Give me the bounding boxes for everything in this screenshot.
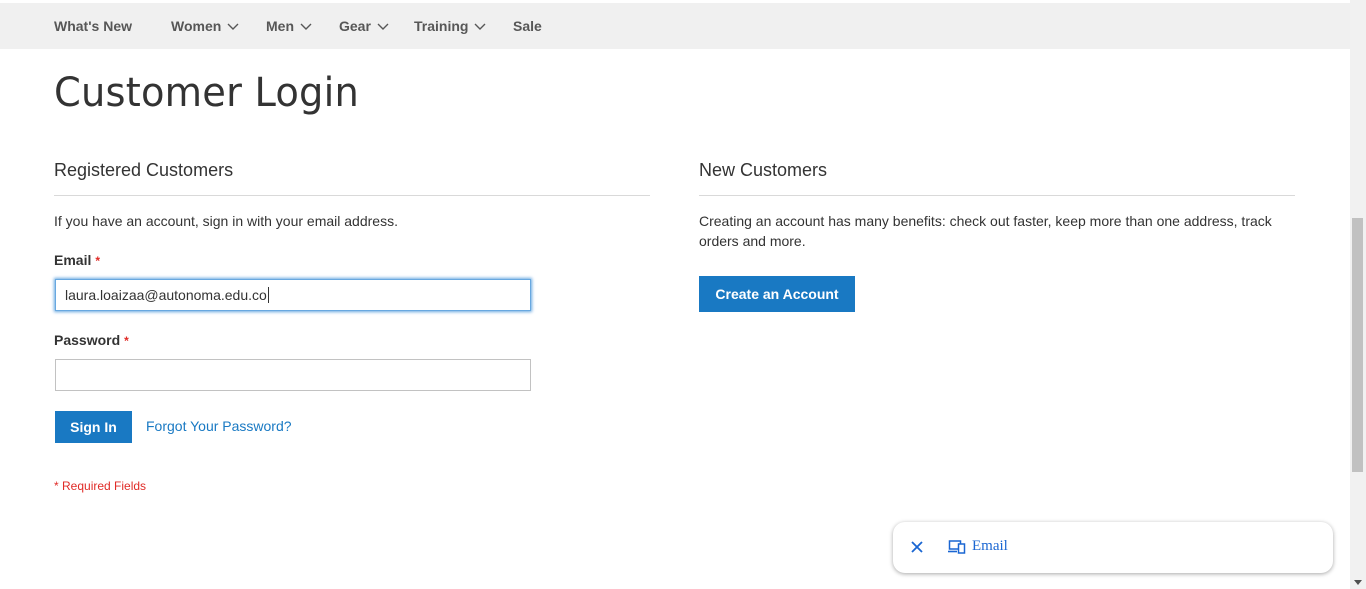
autofill-suggestion-email[interactable]: Email bbox=[972, 538, 1008, 555]
nav-item-training[interactable]: Training bbox=[414, 3, 486, 49]
nav-item-gear[interactable]: Gear bbox=[339, 3, 389, 49]
sign-in-intro: If you have an account, sign in with you… bbox=[54, 213, 398, 229]
chevron-down-icon bbox=[227, 20, 239, 32]
email-label-text: Email bbox=[54, 252, 92, 268]
create-account-button-label: Create an Account bbox=[715, 286, 839, 302]
page-title: Customer Login bbox=[54, 70, 360, 116]
nav-item-sale[interactable]: Sale bbox=[513, 3, 542, 49]
sign-in-button[interactable]: Sign In bbox=[55, 411, 132, 443]
close-icon[interactable] bbox=[909, 539, 925, 555]
password-field[interactable] bbox=[55, 359, 531, 391]
divider bbox=[699, 195, 1295, 196]
text-caret bbox=[267, 287, 269, 303]
nav-item-label: Women bbox=[171, 18, 222, 34]
page-scrollbar[interactable] bbox=[1350, 0, 1366, 589]
email-field-value: laura.loaizaa@autonoma.edu.co bbox=[65, 287, 267, 303]
chevron-down-icon bbox=[474, 20, 486, 32]
nav-item-men[interactable]: Men bbox=[266, 3, 312, 49]
required-fields-note: * Required Fields bbox=[54, 479, 147, 493]
required-star: * bbox=[124, 334, 129, 348]
nav-item-label: Gear bbox=[339, 18, 371, 34]
password-label-text: Password bbox=[54, 332, 121, 348]
scrollbar-thumb[interactable] bbox=[1352, 218, 1363, 472]
email-field[interactable]: laura.loaizaa@autonoma.edu.co bbox=[55, 279, 531, 311]
nav-item-label: What's New bbox=[54, 18, 133, 34]
nav-item-label: Sale bbox=[513, 18, 542, 34]
password-label: Password * bbox=[54, 332, 129, 348]
nav-item-label: Training bbox=[414, 18, 469, 34]
registered-customers-title: Registered Customers bbox=[54, 160, 234, 180]
create-account-button[interactable]: Create an Account bbox=[699, 276, 855, 312]
nav-item-label: Men bbox=[266, 18, 294, 34]
nav-item-women[interactable]: Women bbox=[171, 3, 239, 49]
chevron-down-icon bbox=[300, 20, 312, 32]
autofill-popup: Email bbox=[893, 522, 1333, 573]
forgot-password-link[interactable]: Forgot Your Password? bbox=[146, 418, 292, 434]
top-nav: What's New Women Men Gear Training Sale bbox=[0, 3, 1350, 49]
devices-icon bbox=[948, 539, 966, 555]
email-label: Email * bbox=[54, 252, 100, 268]
new-customers-title: New Customers bbox=[699, 160, 828, 180]
new-customers-text: Creating an account has many benefits: c… bbox=[699, 213, 1272, 249]
divider bbox=[54, 195, 650, 196]
chevron-down-icon bbox=[377, 20, 389, 32]
required-star: * bbox=[95, 254, 101, 268]
scroll-down-arrow-icon[interactable] bbox=[1354, 580, 1362, 585]
nav-item-whats-new[interactable]: What's New bbox=[54, 3, 132, 49]
sign-in-button-label: Sign In bbox=[70, 419, 117, 435]
